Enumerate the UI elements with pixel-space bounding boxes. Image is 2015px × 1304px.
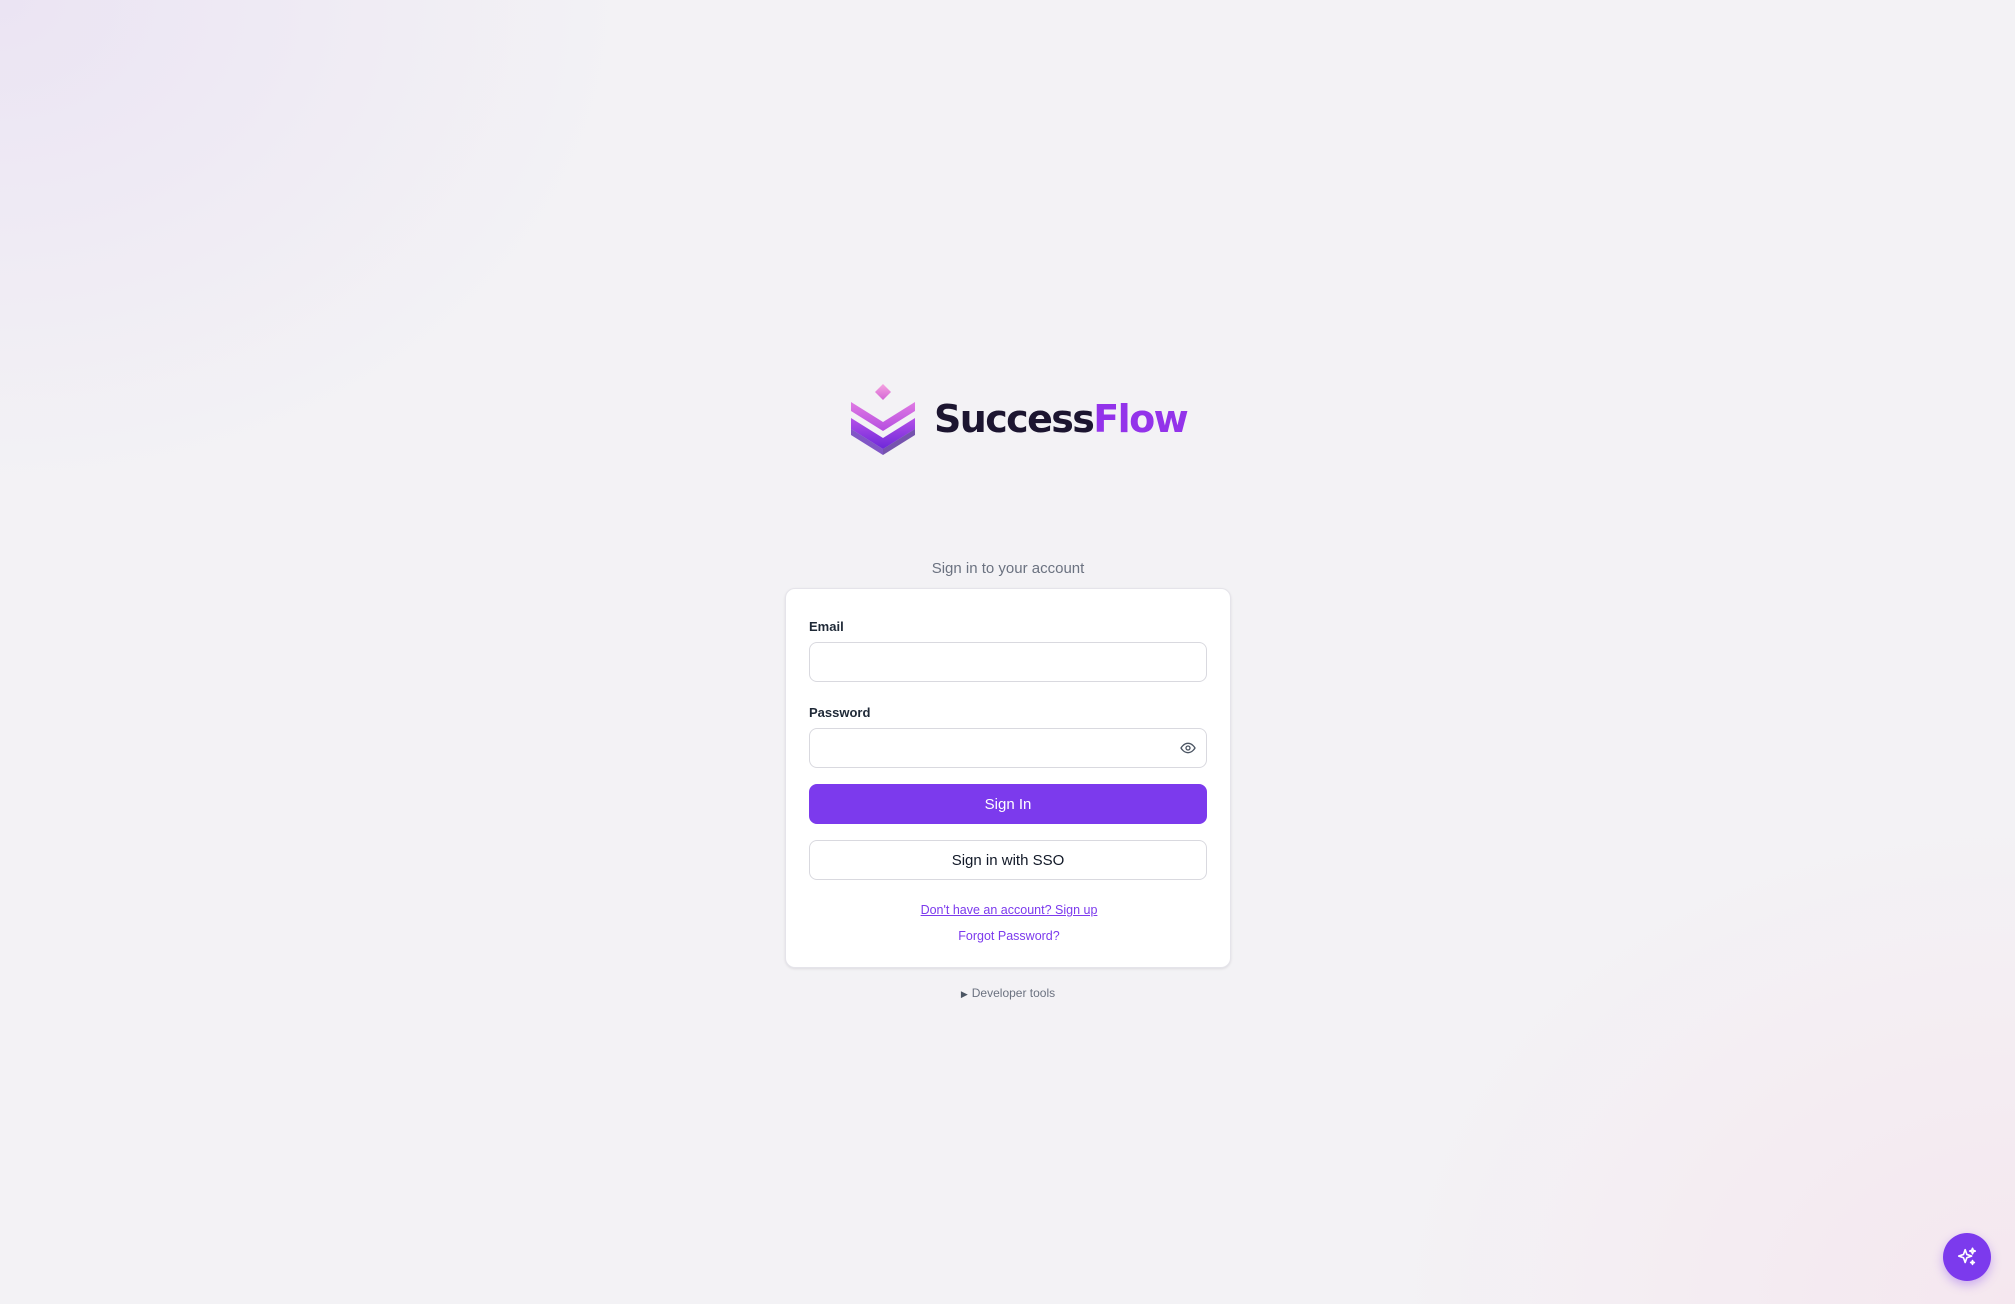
eye-icon[interactable] (1177, 737, 1199, 759)
developer-tools-toggle[interactable]: ▶ Developer tools (961, 986, 1055, 1000)
sign-in-subtitle: Sign in to your account (931, 560, 1085, 577)
assistant-button[interactable] (1943, 1233, 1991, 1281)
brand-name-flow: Flow (1093, 397, 1188, 441)
logo-mark-icon (851, 384, 915, 455)
caret-right-icon: ▶ (960, 989, 968, 999)
password-label: Password (809, 705, 871, 720)
email-label: Email (809, 619, 844, 634)
email-field[interactable] (809, 642, 1207, 682)
password-field[interactable] (809, 728, 1207, 768)
developer-tools-label: Developer tools (971, 986, 1056, 1000)
brand-logo: SuccessFlow (849, 382, 1189, 456)
forgot-password-row: Forgot Password? (786, 928, 1232, 944)
developer-tools: ▶ Developer tools (785, 985, 1231, 1002)
sign-in-button[interactable]: Sign In (809, 784, 1207, 824)
sparkles-icon (1957, 1247, 1977, 1266)
sign-up-link[interactable]: Don't have an account? Sign up (921, 903, 1098, 917)
sign-in-card: Email Password Sign In Sign in with SSO … (785, 588, 1231, 968)
sign-up-link-row: Don't have an account? Sign up (786, 902, 1232, 918)
sso-sign-in-button[interactable]: Sign in with SSO (809, 840, 1207, 880)
forgot-password-link[interactable]: Forgot Password? (958, 929, 1059, 943)
brand-name-success: Success (934, 397, 1095, 441)
brand-wordmark: SuccessFlow (934, 382, 1189, 456)
